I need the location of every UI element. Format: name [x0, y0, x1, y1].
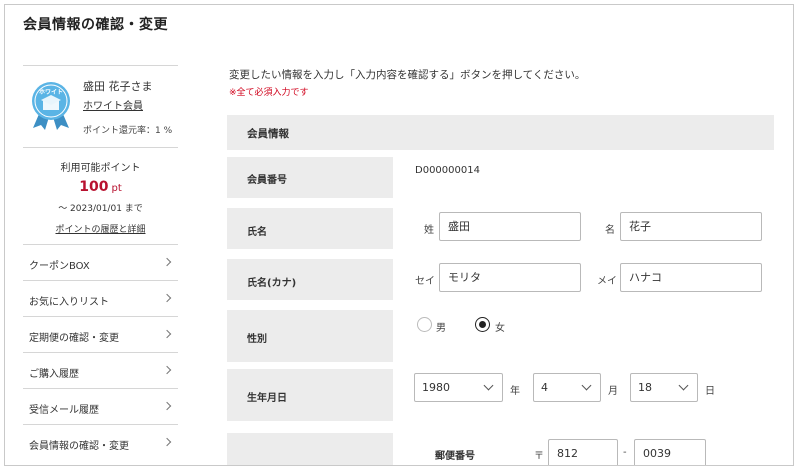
birth-year-value: 1980 [422, 381, 450, 394]
points-panel: 利用可能ポイント 100 pt ～ 2023/01/01 まで ポイントの履歴と詳… [23, 147, 178, 244]
sidebar-item-member-info[interactable]: 会員情報の確認・変更 [23, 424, 178, 460]
gender-label-cell: 性別 [227, 310, 393, 362]
chevron-right-icon [162, 257, 172, 267]
page-frame: 会員情報の確認・変更 ホワイト 盛田 花子さま ホワイト会員 ポイント還元率：1… [4, 4, 794, 466]
points-unit: pt [111, 183, 122, 194]
year-unit: 年 [510, 386, 520, 397]
required-note: ※全て必須入力です [229, 88, 309, 98]
points-expiry: ～ 2023/01/01 まで [58, 204, 143, 214]
section-title: 会員情報 [247, 128, 289, 140]
points-number: 100 [79, 179, 109, 195]
chevron-right-icon [162, 329, 172, 339]
postal-label: 郵便番号 [435, 451, 475, 462]
mei-kana-label: メイ [597, 276, 617, 287]
birth-month-value: 4 [541, 381, 548, 394]
chevron-down-icon [483, 380, 494, 391]
sidebar-item-coupon-box[interactable]: クーポンBOX [23, 244, 178, 280]
gender-female-label: 女 [495, 323, 505, 334]
member-name: 盛田 花子さま [83, 80, 153, 93]
sidebar-item-mail-history[interactable]: 受信メール履歴 [23, 388, 178, 424]
badge-text: ホワイト [39, 89, 63, 96]
member-no-label: 会員番号 [247, 175, 287, 186]
sidebar-item-favorites[interactable]: お気に入りリスト [23, 280, 178, 316]
gender-male-radio[interactable] [417, 317, 432, 332]
month-unit: 月 [608, 386, 618, 397]
sidebar-item-label: 会員情報の確認・変更 [29, 441, 129, 452]
page-title: 会員情報の確認・変更 [23, 17, 168, 33]
name-label: 氏名 [247, 227, 267, 238]
member-profile: ホワイト 盛田 花子さま ホワイト会員 ポイント還元率：1 % [23, 65, 178, 147]
gender-label: 性別 [247, 334, 267, 345]
sidebar-item-subscription[interactable]: 定期便の確認・変更 [23, 316, 178, 352]
postal-mark: 〒 [534, 451, 544, 462]
point-rate: ポイント還元率：1 % [83, 126, 173, 136]
gender-female-radio[interactable] [475, 317, 490, 332]
birth-year-select[interactable]: 1980 [414, 373, 503, 402]
birth-month-select[interactable]: 4 [533, 373, 601, 402]
postal-code-second-input[interactable]: 0039 [634, 439, 706, 465]
last-name-kana-input[interactable]: モリタ [439, 263, 581, 292]
points-value: 100 pt [23, 179, 178, 195]
birth-day-select[interactable]: 18 [630, 373, 698, 402]
intro-text: 変更したい情報を入力し「入力内容を確認する」ボタンを押してください。 [229, 69, 586, 81]
sidebar-item-label: 定期便の確認・変更 [29, 333, 119, 344]
sidebar-item-label: 受信メール履歴 [29, 405, 99, 416]
postal-separator: - [623, 447, 627, 458]
chevron-right-icon [162, 437, 172, 447]
sei-label: 姓 [424, 225, 434, 236]
gender-male-label: 男 [436, 323, 446, 334]
member-no-value: D000000014 [415, 165, 480, 176]
sidebar-item-label: お気に入りリスト [29, 297, 109, 308]
first-name-kana-input[interactable]: ハナコ [620, 263, 762, 292]
section-header: 会員情報 [227, 115, 774, 150]
last-name-input[interactable]: 盛田 [439, 212, 581, 241]
member-rank-link[interactable]: ホワイト会員 [83, 97, 143, 112]
chevron-right-icon [162, 401, 172, 411]
kana-label: 氏名(カナ) [247, 278, 297, 289]
sidebar-item-label: ご購入履歴 [29, 369, 79, 380]
member-rank-badge-icon: ホワイト [32, 82, 70, 130]
birth-day-value: 18 [638, 381, 652, 394]
sidebar-item-purchase-history[interactable]: ご購入履歴 [23, 352, 178, 388]
chevron-right-icon [162, 293, 172, 303]
chevron-right-icon [162, 365, 172, 375]
chevron-down-icon [678, 380, 689, 391]
mei-label: 名 [605, 225, 615, 236]
name-label-cell: 氏名 [227, 208, 393, 249]
points-history-link[interactable]: ポイントの履歴と詳細 [23, 222, 178, 235]
member-no-label-cell: 会員番号 [227, 157, 393, 198]
chevron-down-icon [581, 380, 592, 391]
first-name-input[interactable]: 花子 [620, 212, 762, 241]
birthdate-label: 生年月日 [247, 393, 287, 404]
birthdate-label-cell: 生年月日 [227, 369, 393, 421]
day-unit: 日 [705, 386, 715, 397]
postal-code-first-input[interactable]: 812 [548, 439, 618, 465]
points-label: 利用可能ポイント [60, 163, 141, 174]
sidebar-item-label: クーポンBOX [29, 261, 90, 272]
kana-label-cell: 氏名(カナ) [227, 259, 393, 300]
sei-kana-label: セイ [415, 276, 435, 287]
postal-label-cell [227, 433, 393, 465]
sidebar: ホワイト 盛田 花子さま ホワイト会員 ポイント還元率：1 % 利用可能ポイント… [23, 65, 178, 460]
